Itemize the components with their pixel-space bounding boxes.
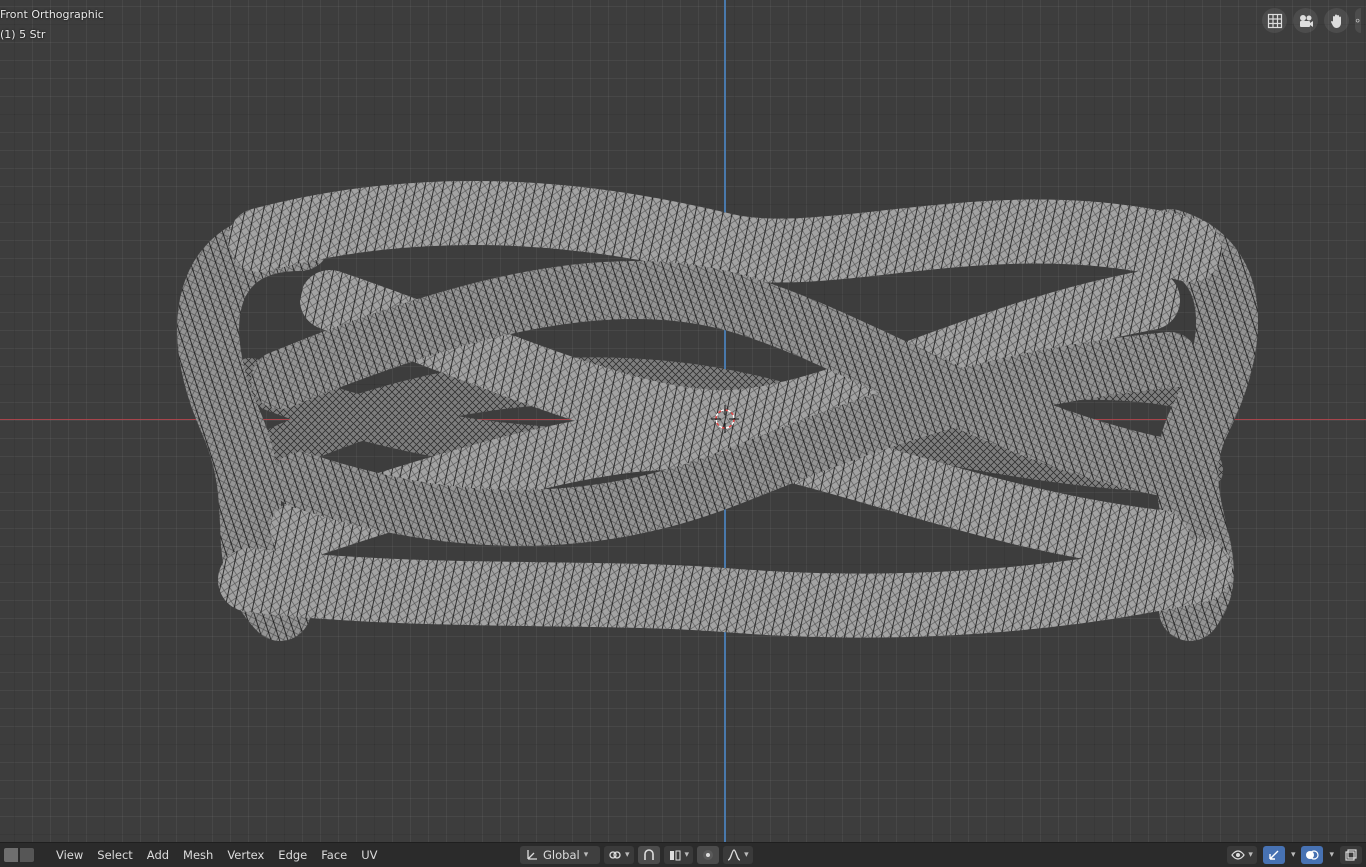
zoom-icon[interactable] [1355,8,1361,33]
snap-icon[interactable] [637,846,660,864]
chevron-down-icon: ▾ [583,850,589,860]
menu-add[interactable]: Add [140,848,176,862]
menu-mesh[interactable]: Mesh [176,848,220,862]
select-mode-toggle[interactable] [3,847,35,863]
menu-edge[interactable]: Edge [271,848,314,862]
braided-torus-mesh[interactable] [0,0,1366,842]
orientation-value: Global [543,848,580,862]
pivot-link-icon[interactable]: ▾ [604,846,634,864]
proportional-edit-icon[interactable] [697,846,720,864]
xray-icon[interactable] [1340,846,1362,864]
viewport-display-tools: ▾ ▾ ▾ [1227,843,1362,867]
menu-view[interactable]: View [49,848,90,862]
menu-face[interactable]: Face [314,848,354,862]
chevron-down-icon[interactable]: ▾ [1329,850,1334,860]
select-mode-right[interactable] [19,847,35,863]
falloff-icon[interactable]: ▾ [723,846,753,864]
orientation-dropdown[interactable]: Global ▾ [520,846,600,864]
object-info-label: (1) 5 Str [0,28,46,41]
viewport-header: View Select Add Mesh Vertex Edge Face UV… [0,842,1366,867]
overlay-icon[interactable] [1301,846,1324,864]
navigation-gizmos [1262,8,1361,33]
hand-pan-icon[interactable] [1324,8,1349,33]
transform-tools: Global ▾ ▾ ▾ ▾ [520,843,753,867]
grid-view-icon[interactable] [1262,8,1287,33]
chevron-down-icon[interactable]: ▾ [1291,850,1296,860]
gizmo-icon[interactable] [1262,846,1285,864]
transform-orientation-icon [527,850,537,860]
camera-icon[interactable] [1293,8,1318,33]
view-name-label: Front Orthographic [0,8,104,21]
menu-uv[interactable]: UV [354,848,384,862]
menu-vertex[interactable]: Vertex [220,848,271,862]
visibility-icon[interactable]: ▾ [1227,846,1257,864]
menu-select[interactable]: Select [90,848,139,862]
snap-target-icon[interactable]: ▾ [663,846,694,864]
select-mode-left[interactable] [3,847,19,863]
3d-viewport[interactable]: Front Orthographic (1) 5 Str [0,0,1366,842]
